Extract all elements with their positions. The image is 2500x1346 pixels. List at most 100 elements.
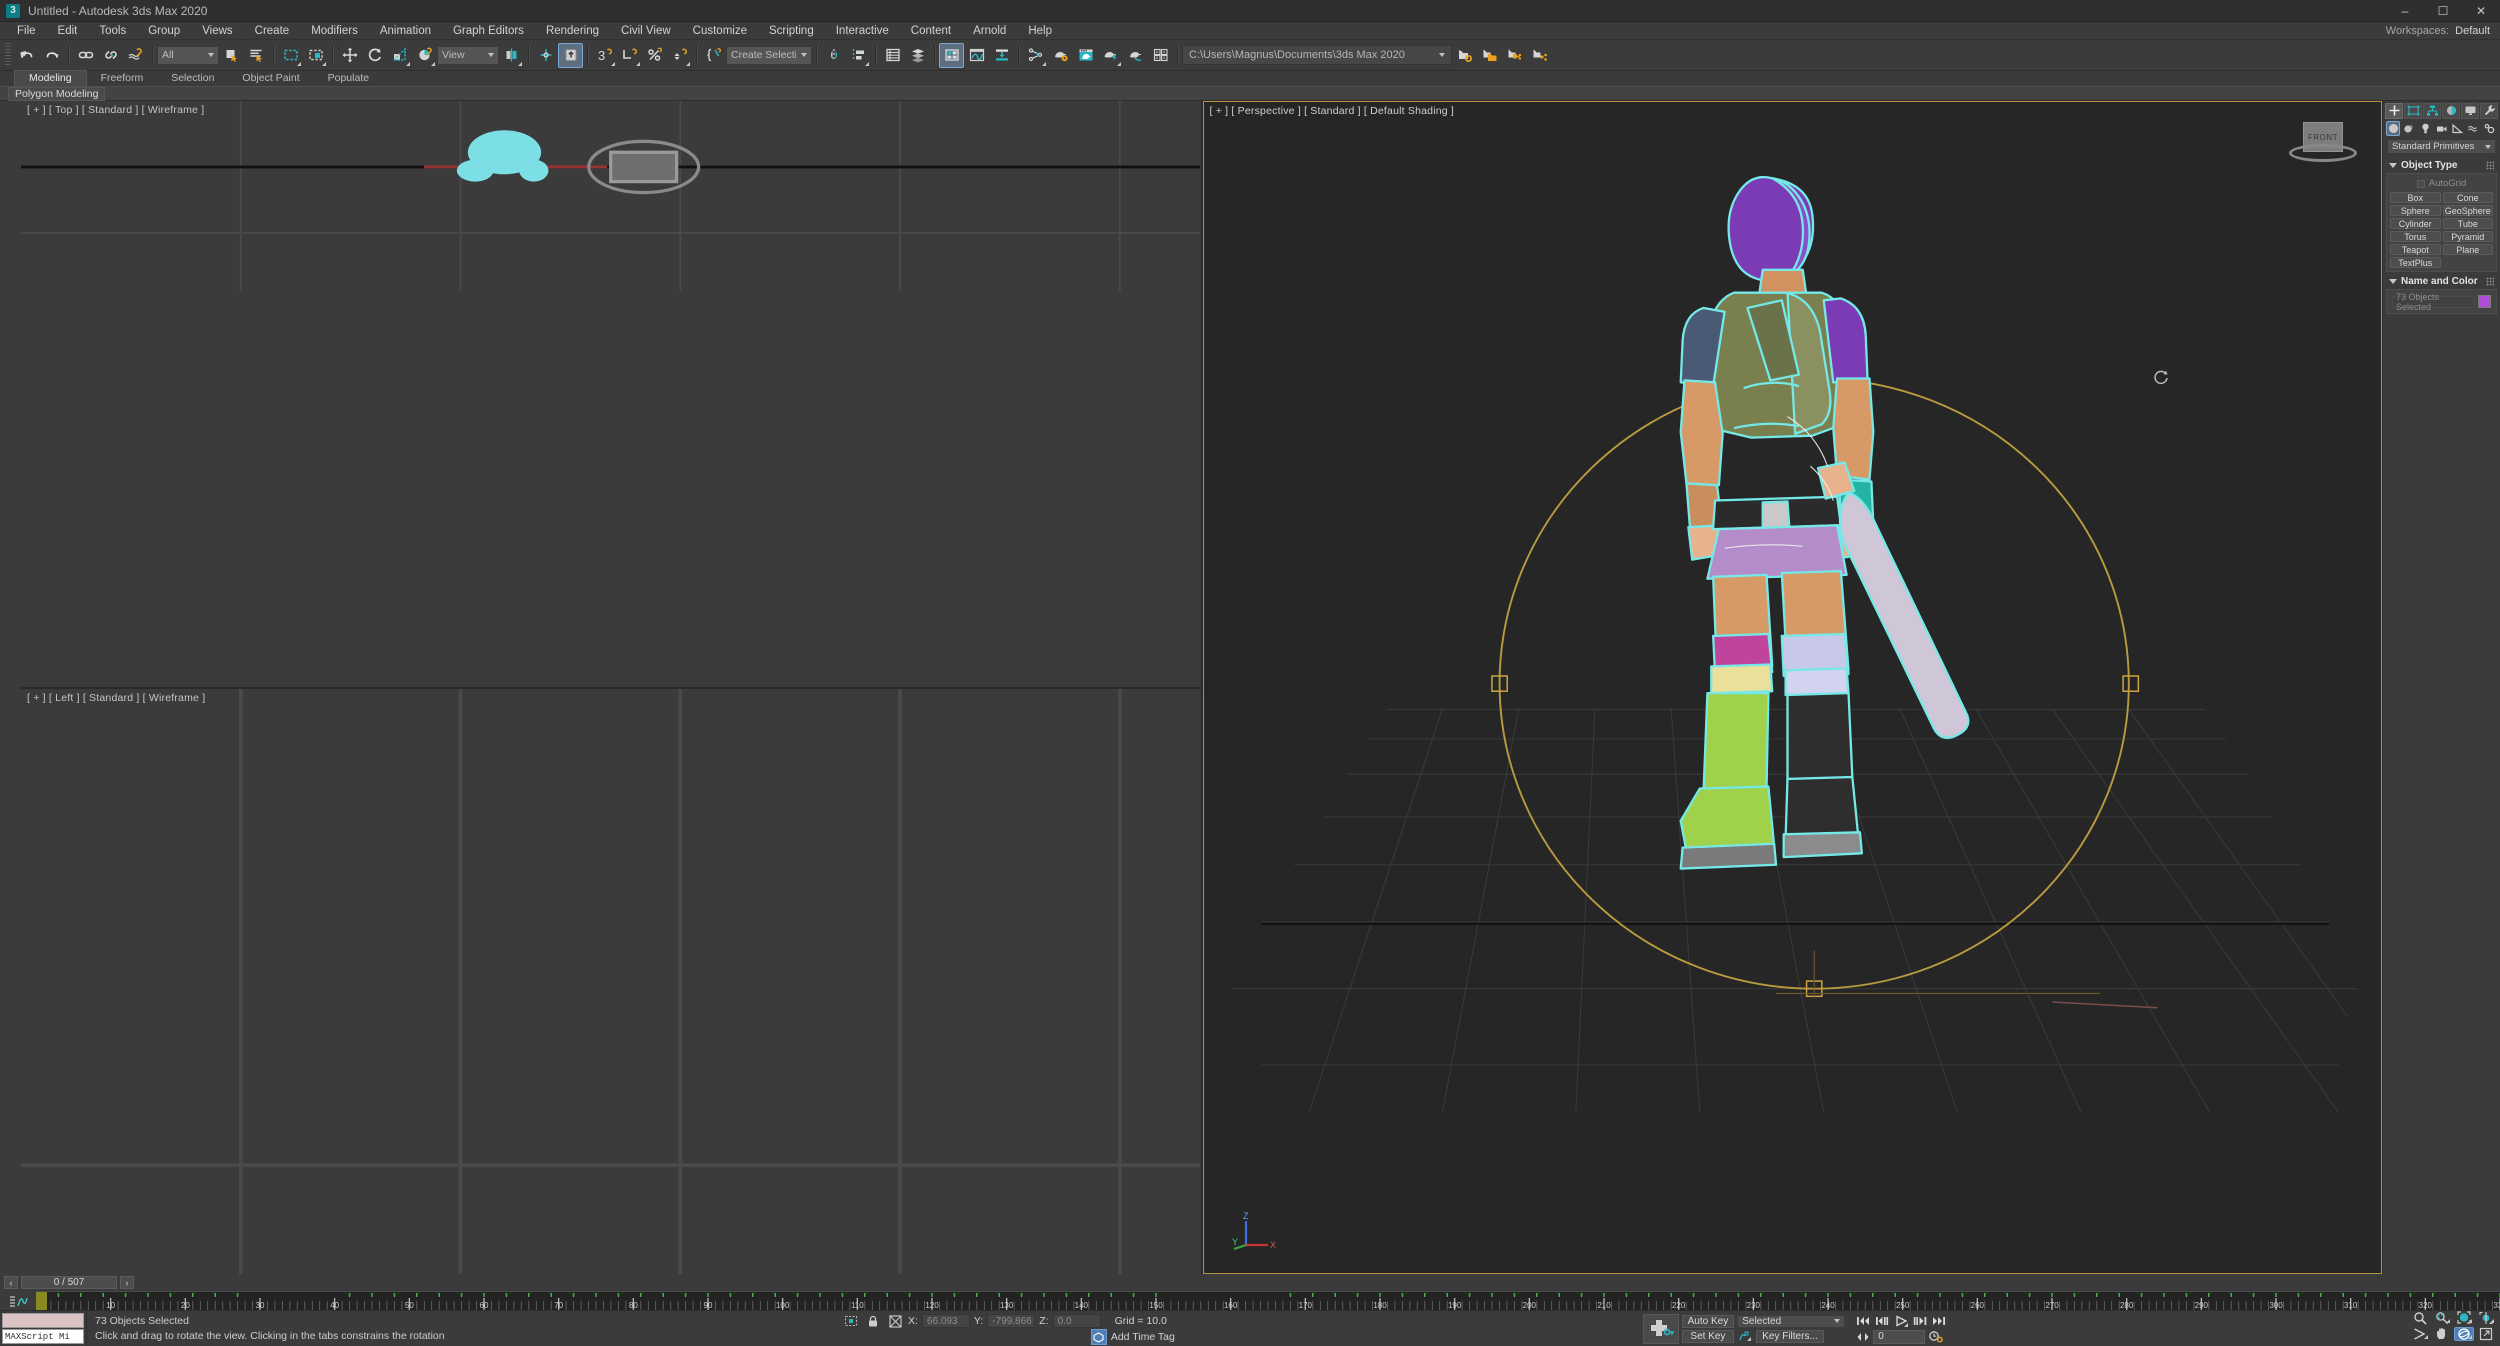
rectangular-selection-region-icon[interactable] (278, 43, 303, 68)
spinner-snap-icon[interactable] (667, 43, 692, 68)
category-geometry[interactable] (2386, 120, 2401, 136)
go-to-end-icon[interactable] (1930, 1314, 1947, 1328)
zoom-region-icon[interactable] (2476, 1311, 2496, 1325)
curve-editor-icon[interactable] (964, 43, 989, 68)
set-project-folder-icon[interactable] (1452, 43, 1477, 68)
isolate-selection-icon[interactable] (886, 1313, 904, 1329)
render-iterative-icon[interactable] (1123, 43, 1148, 68)
view-cube[interactable]: FRONT (2287, 120, 2359, 170)
frame-counter-field[interactable]: 0 / 507 (21, 1276, 117, 1289)
create-textplus-button[interactable]: TextPlus (2390, 257, 2441, 268)
create-geosphere-button[interactable]: GeoSphere (2442, 205, 2493, 216)
menu-item-file[interactable]: File (6, 22, 47, 40)
next-frame-icon[interactable] (1911, 1314, 1928, 1328)
menu-item-rendering[interactable]: Rendering (535, 22, 610, 40)
undo-icon[interactable] (14, 43, 39, 68)
window-crossing-toggle-icon[interactable] (303, 43, 328, 68)
menu-item-animation[interactable]: Animation (369, 22, 442, 40)
spinner-snap-toggle-icon[interactable] (617, 43, 642, 68)
menu-item-civil-view[interactable]: Civil View (610, 22, 682, 40)
add-time-tag[interactable]: Add Time Tag (1090, 1329, 1175, 1345)
open-project-folder-icon[interactable] (1477, 43, 1502, 68)
set-key-button[interactable]: Set Key (1681, 1329, 1735, 1343)
time-tag-icon[interactable] (1090, 1329, 1107, 1345)
set-keys-button[interactable] (1642, 1313, 1679, 1344)
z-coordinate-field[interactable]: 0.0 (1052, 1314, 1101, 1328)
minimize-button[interactable]: – (2386, 0, 2424, 21)
selection-lock-icon[interactable] (864, 1313, 882, 1329)
zoom-extents-icon[interactable] (2454, 1311, 2474, 1325)
command-tab-hierarchy[interactable] (2423, 102, 2441, 119)
key-selection-combo[interactable]: Selected (1737, 1314, 1846, 1328)
render-production-icon[interactable] (1098, 43, 1123, 68)
project-folder-path[interactable]: C:\Users\Magnus\Documents\3ds Max 2020 (1182, 45, 1452, 65)
auto-key-button[interactable]: Auto Key (1681, 1314, 1735, 1328)
drag-handle-icon[interactable] (2486, 277, 2494, 286)
mirror-icon[interactable] (821, 43, 846, 68)
angle-snap-toggle-icon[interactable]: 3 (592, 43, 617, 68)
selection-filter-combo[interactable]: All (157, 45, 219, 65)
select-and-move-icon[interactable] (337, 43, 362, 68)
select-and-place-icon[interactable] (412, 43, 437, 68)
maximize-viewport-toggle-icon[interactable] (2476, 1327, 2496, 1341)
autogrid-checkbox[interactable] (2416, 179, 2425, 188)
current-frame-spinner[interactable]: 0 (1873, 1329, 1926, 1344)
drag-handle-icon[interactable] (2486, 161, 2494, 170)
category-space-warps[interactable] (2467, 121, 2481, 136)
maximize-button[interactable]: ☐ (2424, 0, 2462, 21)
category-shapes[interactable] (2402, 121, 2416, 136)
align-icon[interactable] (846, 43, 871, 68)
unlink-selection-icon[interactable] (98, 43, 123, 68)
object-name-field[interactable]: 73 Objects Selected (2392, 292, 2475, 312)
y-coordinate-field[interactable]: -799.866 (987, 1314, 1036, 1328)
viewport-top[interactable]: [ + ] [ Top ] [ Standard ] [ Wireframe ] (21, 101, 1201, 687)
reference-coordinate-system-combo[interactable]: View (437, 45, 499, 65)
toolbar-grip[interactable] (5, 43, 11, 67)
ribbon-tab-modeling[interactable]: Modeling (14, 70, 87, 86)
snaps-toggle-icon[interactable] (558, 42, 583, 68)
command-tab-modify[interactable] (2404, 102, 2422, 119)
create-tube-button[interactable]: Tube (2442, 218, 2493, 229)
x-coordinate-field[interactable]: 66.093 (921, 1314, 970, 1328)
schematic-view-icon[interactable] (989, 43, 1014, 68)
select-object-icon[interactable] (219, 43, 244, 68)
create-cylinder-button[interactable]: Cylinder (2390, 218, 2441, 229)
maxscript-output-line[interactable] (2, 1313, 84, 1328)
menu-item-interactive[interactable]: Interactive (825, 22, 900, 40)
create-sphere-button[interactable]: Sphere (2390, 205, 2441, 216)
menu-item-content[interactable]: Content (900, 22, 962, 40)
ribbon-tab-populate[interactable]: Populate (314, 71, 383, 86)
render-in-cloud-icon[interactable]: AAAA (1148, 43, 1173, 68)
category-lights[interactable] (2418, 121, 2432, 136)
key-filters-button[interactable]: Key Filters... (1756, 1329, 1824, 1343)
key-mode-toggle-icon[interactable] (1854, 1330, 1871, 1344)
named-selection-sets-icon[interactable] (701, 43, 726, 68)
ribbon-tab-selection[interactable]: Selection (157, 71, 228, 86)
menu-item-edit[interactable]: Edit (47, 22, 89, 40)
layer-explorer-icon[interactable] (880, 43, 905, 68)
orbit-gizmo-icon[interactable] (2151, 367, 2171, 387)
close-button[interactable]: ✕ (2462, 0, 2500, 21)
bind-to-space-warp-icon[interactable] (123, 43, 148, 68)
go-to-start-icon[interactable] (1854, 1314, 1871, 1328)
time-configuration-icon[interactable] (1927, 1330, 1944, 1344)
ribbon-tab-object-paint[interactable]: Object Paint (228, 71, 313, 86)
default-in-out-tangent-icon[interactable] (1737, 1330, 1753, 1343)
selection-lock-region-icon[interactable] (842, 1313, 860, 1329)
manage-project-icon[interactable] (1527, 43, 1552, 68)
menu-item-arnold[interactable]: Arnold (962, 22, 1017, 40)
material-editor-icon[interactable] (1023, 43, 1048, 68)
category-cameras[interactable] (2434, 121, 2448, 136)
scene-explorer-icon[interactable] (905, 43, 930, 68)
menu-item-tools[interactable]: Tools (88, 22, 137, 40)
select-and-link-icon[interactable] (73, 43, 98, 68)
prev-frame-nav-button[interactable]: ‹ (4, 1276, 18, 1289)
menu-item-help[interactable]: Help (1017, 22, 1063, 40)
view-cube-compass-ring[interactable] (2289, 144, 2357, 162)
create-pyramid-button[interactable]: Pyramid (2442, 231, 2493, 242)
play-animation-icon[interactable] (1892, 1314, 1909, 1328)
orbit-icon[interactable] (2453, 1327, 2474, 1341)
previous-frame-icon[interactable] (1873, 1314, 1890, 1328)
command-tab-utilities[interactable] (2480, 102, 2498, 119)
command-tab-display[interactable] (2461, 102, 2479, 119)
